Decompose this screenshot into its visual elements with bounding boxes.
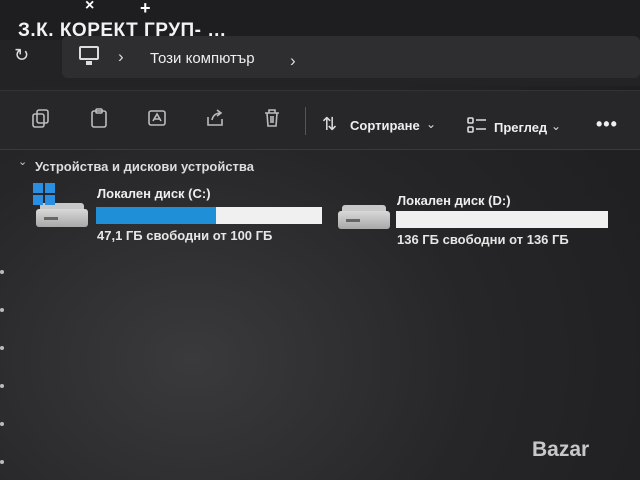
- paste-icon[interactable]: [88, 107, 112, 131]
- windows-logo-icon: [33, 183, 55, 205]
- breadcrumb-this-pc[interactable]: Този компютър: [150, 50, 255, 67]
- view-icon[interactable]: [467, 117, 487, 133]
- rename-icon[interactable]: [146, 107, 170, 131]
- section-header-devices[interactable]: Устройства и дискови устройства: [35, 159, 254, 174]
- refresh-icon[interactable]: ↻: [14, 45, 29, 66]
- chevron-right-icon[interactable]: ›: [118, 47, 124, 67]
- sort-icon[interactable]: ⇅: [322, 114, 337, 135]
- drive-name[interactable]: Локален диск (C:): [97, 186, 211, 201]
- view-button[interactable]: Преглед: [494, 120, 547, 135]
- more-options-icon[interactable]: •••: [596, 114, 618, 135]
- sidebar-edge: [0, 270, 6, 470]
- address-bar[interactable]: [62, 36, 640, 78]
- chevron-down-icon[interactable]: ⌄: [426, 117, 436, 131]
- drive-free-space: 136 ГБ свободни от 136 ГБ: [397, 232, 569, 247]
- drive-free-space: 47,1 ГБ свободни от 100 ГБ: [97, 228, 273, 243]
- chevron-right-icon[interactable]: ›: [290, 51, 296, 71]
- drive-usage-bar: [396, 211, 608, 228]
- copy-icon[interactable]: [30, 107, 54, 131]
- drive-usage-bar: [96, 207, 322, 224]
- drive-icon[interactable]: [36, 203, 88, 227]
- drive-usage-fill: [96, 207, 216, 224]
- sort-button[interactable]: Сортиране: [350, 118, 420, 133]
- share-icon[interactable]: [204, 107, 228, 131]
- watermark-logo: Bazar: [532, 438, 590, 461]
- drive-icon[interactable]: [338, 205, 390, 229]
- toolbar-separator: [305, 107, 306, 135]
- chevron-down-icon[interactable]: ⌄: [18, 155, 27, 168]
- delete-icon[interactable]: [261, 107, 285, 131]
- new-tab-button[interactable]: +: [140, 0, 151, 19]
- drive-name[interactable]: Локален диск (D:): [397, 193, 511, 208]
- tab-close-button[interactable]: ×: [85, 0, 94, 15]
- chevron-down-icon[interactable]: ⌄: [551, 119, 561, 133]
- computer-icon[interactable]: [79, 46, 99, 65]
